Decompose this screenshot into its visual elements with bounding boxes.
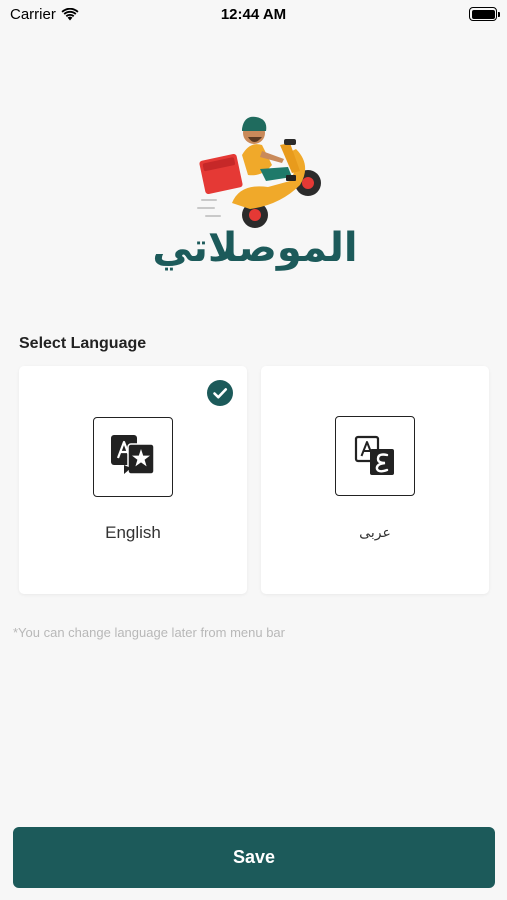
battery-icon [469, 7, 500, 21]
translate-a-ain-icon [335, 416, 415, 496]
select-language-label: Select Language [19, 335, 147, 352]
status-time: 12:44 AM [220, 6, 287, 23]
language-hint-text: *You can change language later from menu… [13, 625, 285, 640]
language-label-english: English [105, 523, 161, 542]
translate-a-star-icon [93, 417, 173, 497]
language-label-arabic: عربى [359, 525, 391, 541]
save-button[interactable]: Save [13, 827, 495, 888]
brand-name: الموصلاتي [152, 225, 358, 271]
checkmark-icon [207, 380, 233, 406]
language-option-english[interactable]: English [19, 366, 247, 594]
language-option-arabic[interactable]: عربى [261, 366, 489, 594]
status-bar: Carrier 12:44 AM [0, 0, 507, 30]
